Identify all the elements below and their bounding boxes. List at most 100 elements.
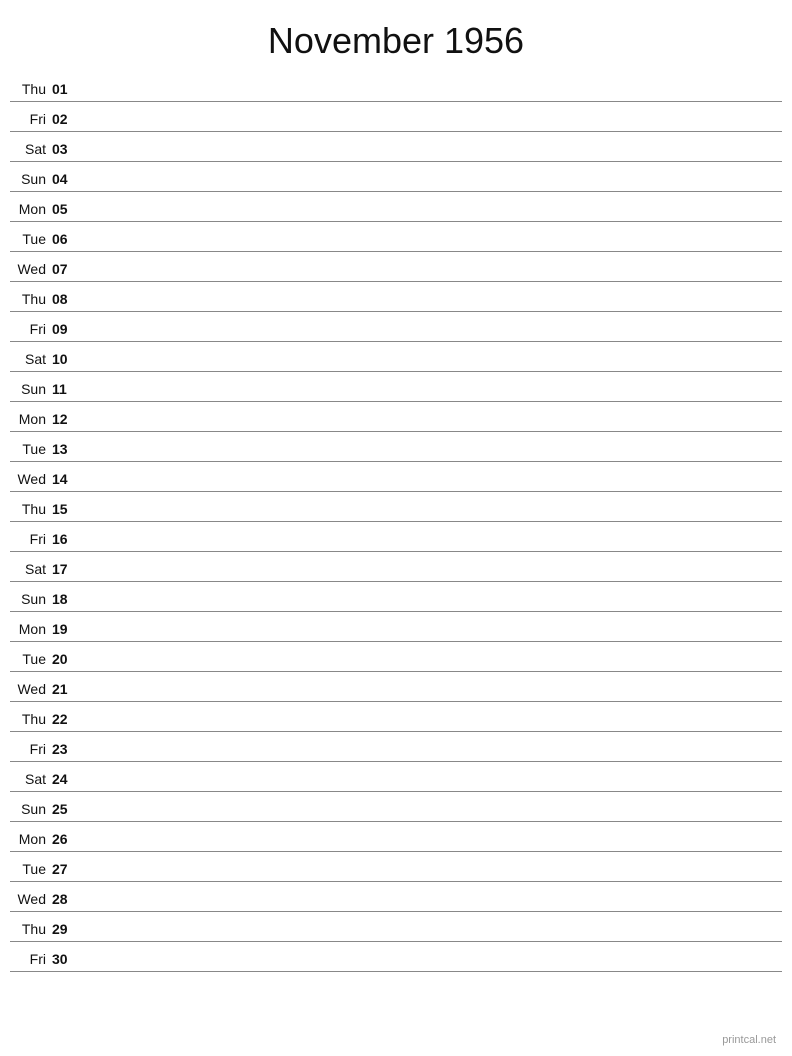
day-number: 15	[50, 501, 78, 519]
day-number: 17	[50, 561, 78, 579]
day-number: 19	[50, 621, 78, 639]
day-row: Tue13	[10, 432, 782, 462]
day-number: 28	[50, 891, 78, 909]
day-row: Sat17	[10, 552, 782, 582]
day-line	[78, 818, 782, 819]
day-line	[78, 278, 782, 279]
day-number: 29	[50, 921, 78, 939]
day-row: Fri30	[10, 942, 782, 972]
day-row: Mon26	[10, 822, 782, 852]
day-name: Fri	[10, 111, 50, 129]
day-line	[78, 908, 782, 909]
day-line	[78, 518, 782, 519]
day-row: Thu22	[10, 702, 782, 732]
day-number: 10	[50, 351, 78, 369]
day-row: Thu29	[10, 912, 782, 942]
day-row: Sat10	[10, 342, 782, 372]
day-name: Tue	[10, 651, 50, 669]
day-row: Tue27	[10, 852, 782, 882]
day-row: Thu15	[10, 492, 782, 522]
day-line	[78, 668, 782, 669]
day-line	[78, 848, 782, 849]
calendar-container: Thu01Fri02Sat03Sun04Mon05Tue06Wed07Thu08…	[0, 72, 792, 972]
day-row: Mon12	[10, 402, 782, 432]
day-name: Sun	[10, 801, 50, 819]
day-row: Wed14	[10, 462, 782, 492]
day-line	[78, 638, 782, 639]
day-name: Sat	[10, 561, 50, 579]
day-number: 05	[50, 201, 78, 219]
day-row: Wed07	[10, 252, 782, 282]
day-number: 21	[50, 681, 78, 699]
day-row: Sun04	[10, 162, 782, 192]
day-name: Sun	[10, 171, 50, 189]
day-number: 03	[50, 141, 78, 159]
day-line	[78, 308, 782, 309]
day-row: Sun18	[10, 582, 782, 612]
day-row: Tue06	[10, 222, 782, 252]
day-name: Mon	[10, 201, 50, 219]
day-line	[78, 698, 782, 699]
day-number: 02	[50, 111, 78, 129]
day-line	[78, 488, 782, 489]
day-line	[78, 398, 782, 399]
day-number: 16	[50, 531, 78, 549]
day-name: Sat	[10, 141, 50, 159]
day-name: Fri	[10, 321, 50, 339]
day-number: 04	[50, 171, 78, 189]
day-row: Thu01	[10, 72, 782, 102]
day-row: Mon19	[10, 612, 782, 642]
day-name: Mon	[10, 831, 50, 849]
day-line	[78, 98, 782, 99]
day-name: Wed	[10, 891, 50, 909]
day-number: 07	[50, 261, 78, 279]
day-number: 23	[50, 741, 78, 759]
day-number: 11	[50, 381, 78, 399]
day-name: Wed	[10, 471, 50, 489]
day-name: Wed	[10, 261, 50, 279]
day-name: Wed	[10, 681, 50, 699]
day-name: Tue	[10, 231, 50, 249]
day-name: Fri	[10, 951, 50, 969]
day-line	[78, 878, 782, 879]
day-number: 18	[50, 591, 78, 609]
day-row: Fri23	[10, 732, 782, 762]
day-name: Sun	[10, 591, 50, 609]
day-line	[78, 428, 782, 429]
page-title: November 1956	[0, 0, 792, 72]
day-line	[78, 968, 782, 969]
day-number: 09	[50, 321, 78, 339]
day-number: 13	[50, 441, 78, 459]
day-number: 26	[50, 831, 78, 849]
day-name: Fri	[10, 741, 50, 759]
day-name: Sun	[10, 381, 50, 399]
day-row: Sat24	[10, 762, 782, 792]
day-number: 14	[50, 471, 78, 489]
day-name: Thu	[10, 501, 50, 519]
day-number: 24	[50, 771, 78, 789]
day-name: Tue	[10, 861, 50, 879]
day-name: Sat	[10, 351, 50, 369]
day-row: Sun11	[10, 372, 782, 402]
day-row: Fri09	[10, 312, 782, 342]
day-name: Tue	[10, 441, 50, 459]
day-number: 08	[50, 291, 78, 309]
day-line	[78, 788, 782, 789]
day-line	[78, 128, 782, 129]
day-line	[78, 368, 782, 369]
day-line	[78, 758, 782, 759]
day-row: Sat03	[10, 132, 782, 162]
day-line	[78, 248, 782, 249]
day-row: Wed28	[10, 882, 782, 912]
day-name: Thu	[10, 921, 50, 939]
day-row: Fri02	[10, 102, 782, 132]
day-row: Sun25	[10, 792, 782, 822]
day-number: 30	[50, 951, 78, 969]
day-number: 22	[50, 711, 78, 729]
day-line	[78, 728, 782, 729]
day-line	[78, 218, 782, 219]
day-number: 12	[50, 411, 78, 429]
day-name: Thu	[10, 81, 50, 99]
day-number: 20	[50, 651, 78, 669]
day-row: Wed21	[10, 672, 782, 702]
